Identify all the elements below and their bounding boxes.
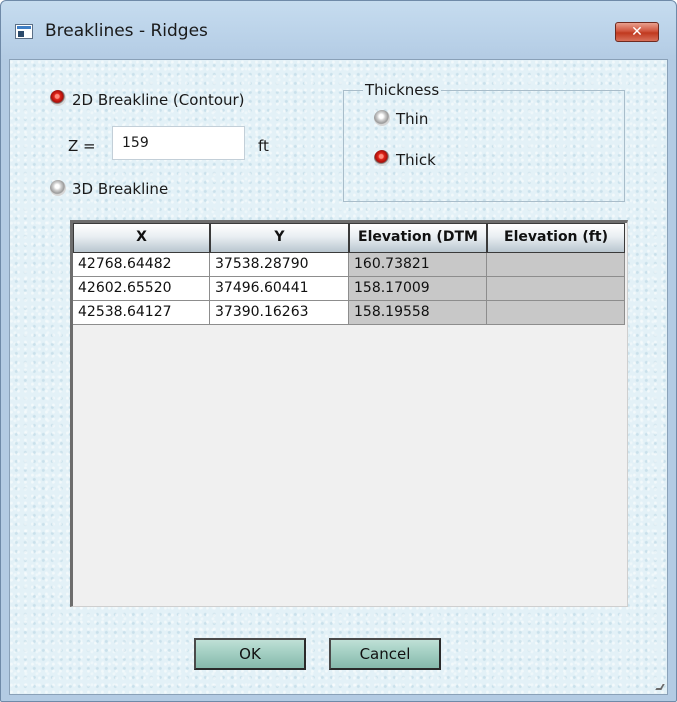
cell-x[interactable]: 42602.65520	[73, 277, 210, 301]
radio-thin[interactable]	[374, 110, 390, 126]
cell-y[interactable]: 37390.16263	[210, 301, 349, 325]
ok-button[interactable]: OK	[194, 638, 306, 670]
cell-elevation-dtm: 158.19558	[349, 301, 487, 325]
thickness-groupbox	[343, 90, 625, 202]
column-header-elevation-dtm[interactable]: Elevation (DTM	[349, 223, 487, 253]
cell-y[interactable]: 37496.60441	[210, 277, 349, 301]
column-header-elevation-ft[interactable]: Elevation (ft)	[487, 223, 625, 253]
cell-elevation-ft	[487, 277, 625, 301]
column-header-x[interactable]: X	[73, 223, 210, 253]
radio-thick-label[interactable]: Thick	[396, 151, 436, 169]
window-title: Breaklines - Ridges	[45, 21, 208, 41]
cancel-button[interactable]: Cancel	[329, 638, 441, 670]
radio-2d-breakline[interactable]	[50, 90, 66, 106]
dialog-body: 2D Breakline (Contour) Z = 159 ft 3D Bre…	[9, 59, 668, 695]
column-header-y[interactable]: Y	[210, 223, 349, 253]
cell-elevation-dtm: 158.17009	[349, 277, 487, 301]
radio-3d-breakline-label[interactable]: 3D Breakline	[72, 180, 168, 198]
cell-x[interactable]: 42538.64127	[73, 301, 210, 325]
radio-thin-label[interactable]: Thin	[396, 110, 428, 128]
cell-elevation-dtm: 160.73821	[349, 253, 487, 277]
title-bar[interactable]: Breaklines - Ridges ✕	[1, 1, 676, 59]
cell-elevation-ft	[487, 301, 625, 325]
radio-thick[interactable]	[374, 150, 390, 166]
close-icon: ✕	[631, 24, 643, 40]
points-grid[interactable]: X Y Elevation (DTM Elevation (ft) 42768.…	[70, 220, 628, 607]
resize-grip-icon[interactable]	[655, 684, 665, 690]
cell-elevation-ft	[487, 253, 625, 277]
radio-2d-breakline-label[interactable]: 2D Breakline (Contour)	[72, 91, 245, 109]
radio-3d-breakline[interactable]	[50, 180, 66, 196]
cell-y[interactable]: 37538.28790	[210, 253, 349, 277]
dialog-window: Breaklines - Ridges ✕ 2D Breakline (Cont…	[0, 0, 677, 702]
z-label: Z =	[68, 137, 96, 155]
z-value-input[interactable]: 159	[112, 126, 245, 160]
close-button[interactable]: ✕	[615, 22, 659, 42]
cell-x[interactable]: 42768.64482	[73, 253, 210, 277]
thickness-legend: Thickness	[363, 81, 442, 99]
z-unit-label: ft	[258, 137, 269, 155]
app-icon	[15, 24, 33, 39]
